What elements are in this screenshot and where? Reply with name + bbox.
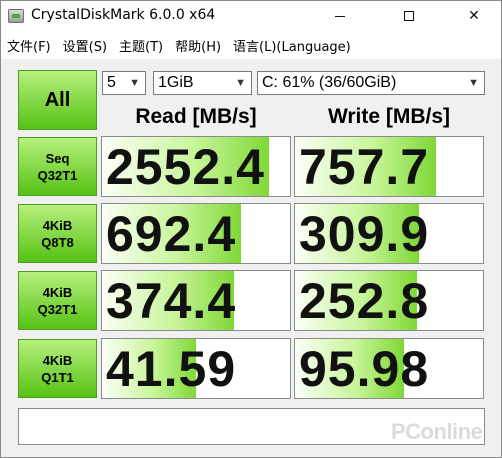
run-all-button[interactable]: All — [18, 70, 97, 130]
write-result-4kib-q32t1: 252.8 — [294, 270, 484, 331]
menu-file[interactable]: 文件(F) — [7, 36, 51, 55]
menu-theme[interactable]: 主题(T) — [119, 36, 163, 55]
watermark: PConline — [391, 419, 483, 445]
maximize-icon — [404, 11, 414, 21]
maximize-button[interactable] — [386, 1, 432, 32]
read-value: 2552.4 — [106, 139, 265, 195]
read-value: 692.4 — [106, 206, 237, 262]
drive-select[interactable]: C: 61% (36/60GiB) ▼ — [257, 71, 485, 95]
seq-q32t1-button[interactable]: Seq Q32T1 — [18, 137, 97, 196]
write-column-header: Write [MB/s] — [327, 105, 451, 128]
write-value: 95.98 — [299, 341, 430, 397]
4kib-q32t1-button[interactable]: 4KiB Q32T1 — [18, 271, 97, 330]
test-size-value: 1GiB — [158, 74, 194, 91]
menu-bar: 文件(F) 设置(S) 主题(T) 帮助(H) 语言(L)(Language) — [1, 32, 501, 59]
write-result-seq-q32t1: 757.7 — [294, 136, 484, 197]
read-value: 41.59 — [106, 341, 237, 397]
read-value: 374.4 — [106, 273, 237, 329]
app-icon — [8, 9, 24, 23]
menu-settings[interactable]: 设置(S) — [63, 36, 107, 55]
minimize-button[interactable] — [317, 1, 363, 32]
chevron-down-icon: ▼ — [129, 77, 140, 89]
read-result-seq-q32t1: 2552.4 — [101, 136, 291, 197]
row-label-line1: 4KiB — [42, 217, 73, 233]
write-value: 309.9 — [299, 206, 430, 262]
drive-value: C: 61% (36/60GiB) — [262, 74, 397, 91]
row-label-line1: 4KiB — [42, 352, 73, 368]
test-size-select[interactable]: 1GiB ▼ — [153, 71, 252, 95]
close-icon: ✕ — [468, 8, 480, 24]
close-button[interactable]: ✕ — [451, 1, 497, 32]
write-result-4kib-q1t1: 95.98 — [294, 338, 484, 399]
read-result-4kib-q32t1: 374.4 — [101, 270, 291, 331]
write-value: 252.8 — [299, 273, 430, 329]
row-label-line1: 4KiB — [42, 284, 73, 300]
title-bar[interactable]: CrystalDiskMark 6.0.0 x64 ✕ — [1, 1, 501, 32]
read-result-4kib-q1t1: 41.59 — [101, 338, 291, 399]
window-title: CrystalDiskMark 6.0.0 x64 — [31, 7, 216, 23]
menu-help[interactable]: 帮助(H) — [175, 36, 221, 55]
write-value: 757.7 — [299, 139, 430, 195]
chevron-down-icon: ▼ — [235, 77, 246, 89]
row-label-line2: Q1T1 — [41, 369, 74, 385]
row-label-line1: Seq — [45, 150, 70, 166]
row-label-line2: Q32T1 — [37, 167, 78, 183]
4kib-q1t1-button[interactable]: 4KiB Q1T1 — [18, 339, 97, 398]
test-count-value: 5 — [107, 74, 116, 91]
crystaldiskmark-window: CrystalDiskMark 6.0.0 x64 ✕ 文件(F) 设置(S) … — [0, 0, 502, 458]
read-result-4kib-q8t8: 692.4 — [101, 203, 291, 264]
row-label-line2: Q8T8 — [41, 234, 74, 250]
write-result-4kib-q8t8: 309.9 — [294, 203, 484, 264]
row-label-line2: Q32T1 — [37, 301, 78, 317]
read-column-header: Read [MB/s] — [135, 105, 257, 128]
4kib-q8t8-button[interactable]: 4KiB Q8T8 — [18, 204, 97, 263]
watermark-text: PConline — [391, 419, 483, 444]
benchmark-panel: All 5 ▼ 1GiB ▼ C: 61% (36/60GiB) ▼ Read … — [1, 59, 501, 457]
test-count-select[interactable]: 5 ▼ — [102, 71, 146, 95]
menu-language[interactable]: 语言(L)(Language) — [233, 36, 351, 55]
chevron-down-icon: ▼ — [468, 77, 479, 89]
minimize-icon — [335, 15, 345, 17]
